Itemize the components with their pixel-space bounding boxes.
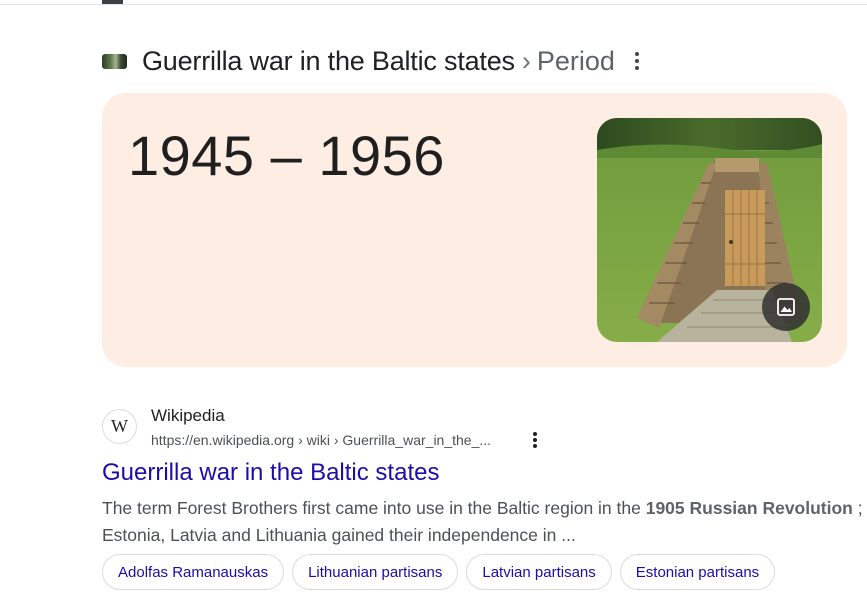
related-chips: Adolfas Ramanauskas Lithuanian partisans… <box>102 554 776 590</box>
breadcrumb-separator: › <box>521 45 531 76</box>
more-vert-icon[interactable] <box>627 46 647 76</box>
more-vert-icon[interactable] <box>530 430 540 450</box>
chip-latvian-partisans[interactable]: Latvian partisans <box>466 554 612 590</box>
bunker-entrance-image[interactable] <box>597 118 822 342</box>
answer-value: 1945 – 1956 <box>128 124 445 187</box>
top-divider <box>0 4 867 5</box>
image-icon[interactable] <box>762 283 810 331</box>
knowledge-heading: Guerrilla war in the Baltic states › Per… <box>102 42 647 80</box>
chip-lithuanian-partisans[interactable]: Lithuanian partisans <box>292 554 459 590</box>
answer-card: 1945 – 1956 <box>102 93 847 367</box>
snippet-highlight: 1905 Russian Revolution <box>645 498 853 518</box>
result-snippet: The term Forest Brothers first came into… <box>102 495 867 549</box>
result-title-link[interactable]: Guerrilla war in the Baltic states <box>102 459 439 487</box>
topic-title[interactable]: Guerrilla war in the Baltic states <box>142 46 515 77</box>
active-tab-indicator <box>102 0 123 4</box>
attribute-label: Period <box>536 45 615 76</box>
chip-adolfas-ramanauskas[interactable]: Adolfas Ramanauskas <box>102 554 285 590</box>
topic-thumbnail <box>102 53 127 69</box>
chip-estonian-partisans[interactable]: Estonian partisans <box>619 554 776 590</box>
snippet-text: The term Forest Brothers first came into… <box>102 498 646 518</box>
result-url[interactable]: https://en.wikipedia.org › wiki › Guerri… <box>151 432 491 448</box>
site-name[interactable]: Wikipedia <box>151 406 225 426</box>
image-glyph <box>777 298 795 316</box>
wikipedia-favicon-icon: W <box>102 409 137 444</box>
